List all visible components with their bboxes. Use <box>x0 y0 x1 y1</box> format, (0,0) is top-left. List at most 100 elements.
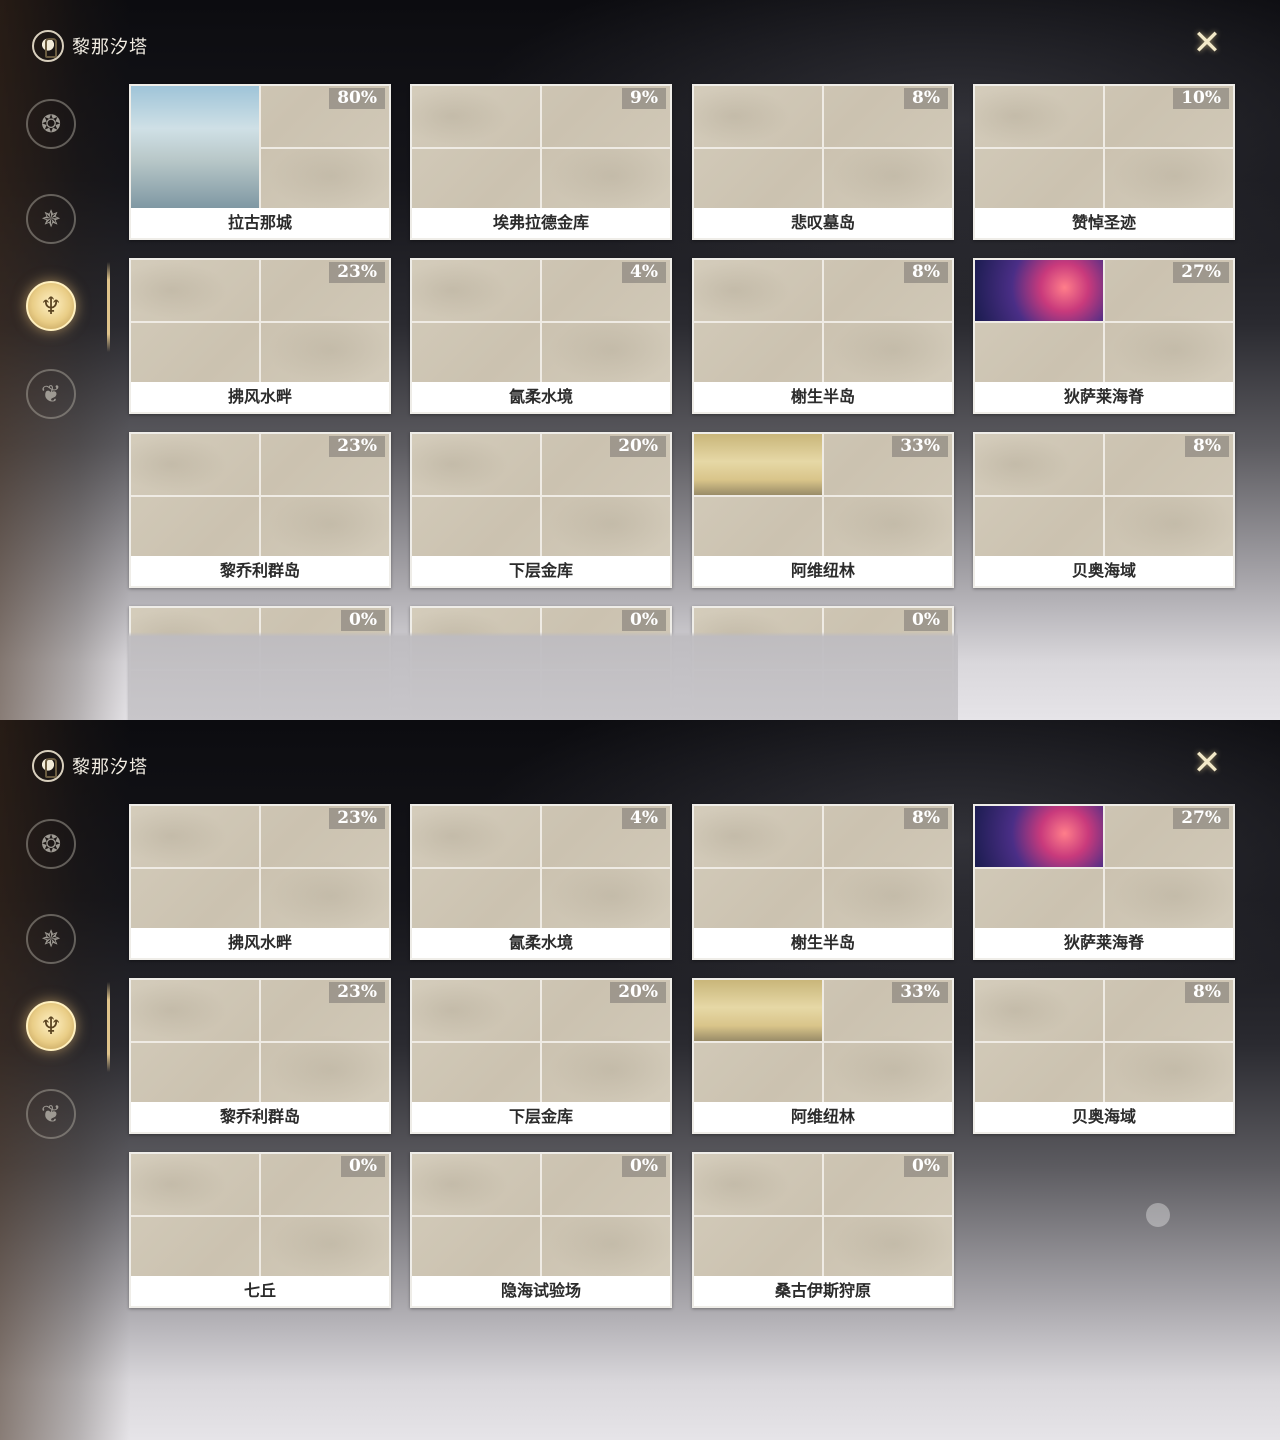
map-divider <box>975 867 1233 869</box>
exploration-percent: 0% <box>622 1156 666 1177</box>
close-icon: ✕ <box>1192 23 1222 63</box>
map-divider <box>975 147 1233 149</box>
map-divider <box>694 1215 952 1217</box>
exploration-percent: 27% <box>1173 808 1229 829</box>
area-card[interactable]: 20% 下层金库 <box>410 432 672 588</box>
exploration-percent: 9% <box>622 88 666 109</box>
area-name: 阿维纽林 <box>790 1107 855 1126</box>
area-name: 氤柔水境 <box>508 933 573 952</box>
exploration-percent: 4% <box>622 808 666 829</box>
area-card[interactable]: 8% 悲叹墓岛 <box>692 84 954 240</box>
area-card[interactable]: 27% 狄萨莱海脊 <box>973 258 1235 414</box>
area-card[interactable]: 0% 七丘 <box>129 1152 391 1308</box>
wing-emblem-icon: ❦ <box>26 369 76 419</box>
area-name: 赞悼圣迹 <box>1071 213 1136 232</box>
close-button[interactable]: ✕ <box>1188 24 1226 62</box>
sidebar-item-rinascita[interactable]: ♆ <box>22 277 80 335</box>
exploration-percent: 20% <box>610 436 666 457</box>
region-emblem-icon <box>32 750 64 782</box>
sidebar-item-huanglong[interactable]: ❂ <box>22 95 80 153</box>
area-name: 氤柔水境 <box>508 387 573 406</box>
area-card[interactable]: 4% 氤柔水境 <box>410 804 672 960</box>
area-card[interactable]: 80% 拉古那城 <box>129 84 391 240</box>
exploration-percent: 0% <box>904 1156 948 1177</box>
area-name: 拂风水畔 <box>227 933 292 952</box>
map-divider <box>412 147 670 149</box>
area-card[interactable]: 20% 下层金库 <box>410 978 672 1134</box>
area-card[interactable]: 8% 贝奥海域 <box>973 432 1235 588</box>
star-emblem-icon: ✵ <box>26 914 76 964</box>
sidebar-item-rinascita[interactable]: ♆ <box>22 997 80 1055</box>
area-card[interactable]: 4% 氤柔水境 <box>410 258 672 414</box>
map-region-panel-top: 黎那汐塔 ✕ ❂ ✵ ♆ ❦ 80% 拉古那城 9% 埃弗拉德金库 8% 悲叹墓岛 10% 赞… <box>0 0 1280 720</box>
exploration-percent: 23% <box>329 808 385 829</box>
sidebar-item-wing[interactable]: ❦ <box>22 365 80 423</box>
area-card[interactable]: 23% 拂风水畔 <box>129 258 391 414</box>
map-divider <box>694 1041 952 1043</box>
area-card[interactable]: 0% 桑古伊斯狩原 <box>692 1152 954 1308</box>
area-name: 悲叹墓岛 <box>790 213 855 232</box>
map-divider <box>131 321 389 323</box>
area-card[interactable]: 23% 黎乔利群岛 <box>129 432 391 588</box>
sidebar-item-wing[interactable]: ❦ <box>22 1085 80 1143</box>
exploration-percent: 23% <box>329 436 385 457</box>
area-card[interactable]: 8% 榭生半岛 <box>692 804 954 960</box>
area-card[interactable]: 9% 埃弗拉德金库 <box>410 84 672 240</box>
discovered-area-thumbnail <box>131 86 259 208</box>
area-card[interactable]: 8% 榭生半岛 <box>692 258 954 414</box>
star-emblem-icon: ✵ <box>26 194 76 244</box>
area-name: 七丘 <box>243 1281 276 1300</box>
sidebar-item-star[interactable]: ✵ <box>22 910 80 968</box>
close-icon: ✕ <box>1192 743 1222 783</box>
exploration-percent: 8% <box>1185 982 1229 1003</box>
active-indicator <box>107 262 110 352</box>
map-divider <box>975 495 1233 497</box>
area-name: 黎乔利群岛 <box>219 561 300 580</box>
map-divider <box>694 495 952 497</box>
discovered-area-thumbnail <box>975 260 1103 321</box>
exploration-percent: 8% <box>904 88 948 109</box>
area-card[interactable]: 0% 隐海试验场 <box>410 1152 672 1308</box>
area-card[interactable]: 33% 阿维纽林 <box>692 432 954 588</box>
exploration-percent: 20% <box>610 982 666 1003</box>
dragon-emblem-icon: ❂ <box>26 819 76 869</box>
exploration-percent: 4% <box>622 262 666 283</box>
discovered-area-thumbnail <box>694 434 822 495</box>
region-title: 黎那汐塔 <box>72 37 148 58</box>
map-divider <box>412 321 670 323</box>
map-divider <box>412 495 670 497</box>
area-card[interactable]: 10% 赞悼圣迹 <box>973 84 1235 240</box>
area-card[interactable]: 33% 阿维纽林 <box>692 978 954 1134</box>
map-region-panel-bottom: 黎那汐塔 ✕ ❂ ✵ ♆ ❦ 23% 拂风水畔 4% 氤柔水境 8% 榭生半岛 27% 狄萨莱… <box>0 720 1280 1440</box>
area-name: 贝奥海域 <box>1071 1107 1136 1126</box>
area-card[interactable]: 23% 黎乔利群岛 <box>129 978 391 1134</box>
map-divider <box>694 147 952 149</box>
area-name: 拉古那城 <box>227 213 292 232</box>
map-divider <box>412 867 670 869</box>
area-card[interactable]: 27% 狄萨莱海脊 <box>973 804 1235 960</box>
area-name: 下层金库 <box>508 561 573 580</box>
exploration-percent: 10% <box>1173 88 1229 109</box>
area-card[interactable]: 23% 拂风水畔 <box>129 804 391 960</box>
discovered-area-thumbnail <box>694 980 822 1041</box>
exploration-percent: 0% <box>904 610 948 631</box>
exploration-percent: 8% <box>904 808 948 829</box>
close-button[interactable]: ✕ <box>1188 744 1226 782</box>
rinascita-emblem-icon: ♆ <box>26 281 76 331</box>
rinascita-emblem-icon: ♆ <box>26 1001 76 1051</box>
exploration-percent: 80% <box>329 88 385 109</box>
map-divider <box>131 1041 389 1043</box>
map-divider <box>694 867 952 869</box>
area-name: 阿维纽林 <box>790 561 855 580</box>
map-divider <box>694 321 952 323</box>
exploration-percent: 0% <box>341 610 385 631</box>
area-name: 狄萨莱海脊 <box>1063 387 1144 406</box>
decorative-light-orb <box>1146 1203 1170 1227</box>
area-card[interactable]: 8% 贝奥海域 <box>973 978 1235 1134</box>
exploration-percent: 27% <box>1173 262 1229 283</box>
sidebar-item-huanglong[interactable]: ❂ <box>22 815 80 873</box>
dragon-emblem-icon: ❂ <box>26 99 76 149</box>
exploration-percent: 33% <box>892 436 948 457</box>
map-divider <box>131 495 389 497</box>
sidebar-item-star[interactable]: ✵ <box>22 190 80 248</box>
